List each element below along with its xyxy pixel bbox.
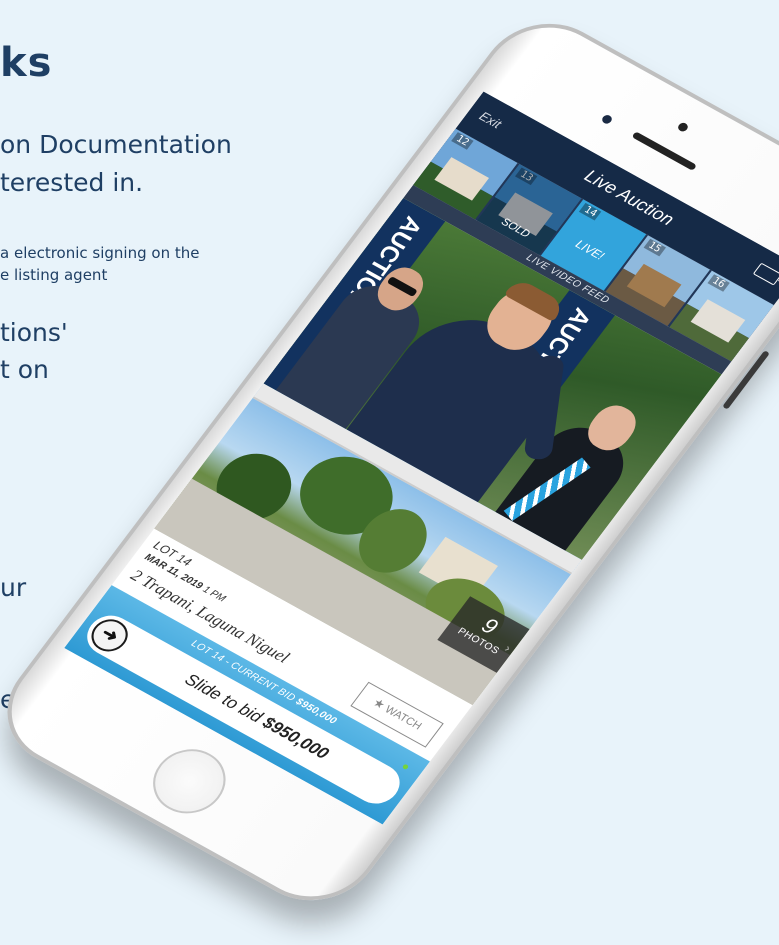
- section-heading: ks: [0, 40, 53, 86]
- small-text-line: a electronic signing on the: [0, 244, 200, 262]
- live-badge: LIVE!: [572, 237, 607, 263]
- watch-label: WATCH: [382, 703, 424, 733]
- body-text-line: tions': [0, 318, 68, 347]
- body-text-line: t on: [0, 355, 49, 384]
- small-text-line: e listing agent: [0, 266, 108, 284]
- body-text-line: ur: [0, 573, 27, 602]
- body-text-line: terested in.: [0, 168, 144, 197]
- body-text-line: on Documentation: [0, 130, 232, 159]
